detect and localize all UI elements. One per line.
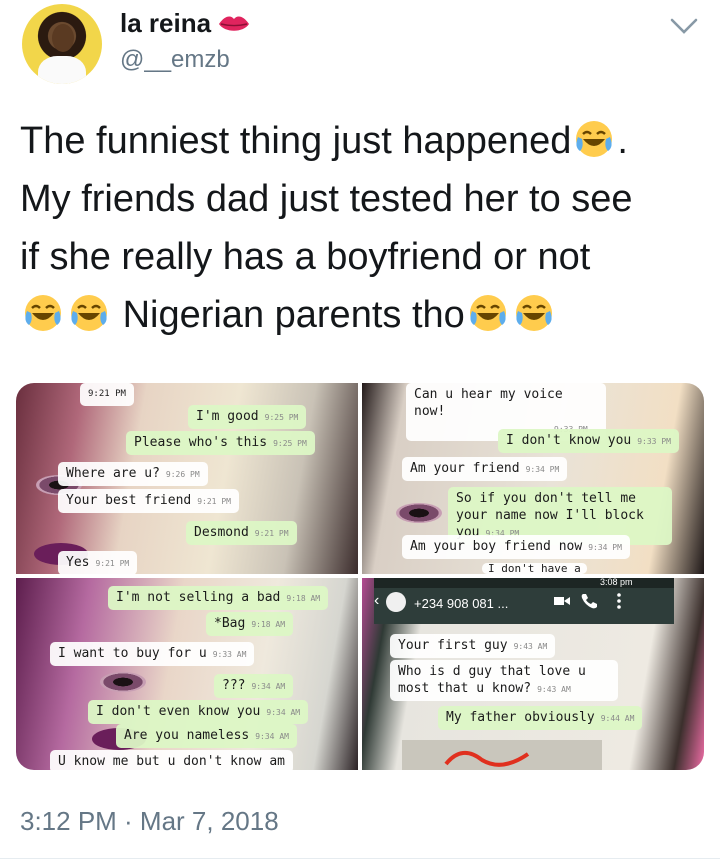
face-with-tears-of-joy-icon xyxy=(25,295,61,331)
eye-shape xyxy=(396,503,442,523)
chat-bubble: Who is d guy that love u most that u kno… xyxy=(390,660,618,701)
face-with-tears-of-joy-icon xyxy=(71,295,107,331)
tweet-line-3: if she really has a boyfriend or not xyxy=(20,236,591,278)
bubble-text: Can u hear my voice now! xyxy=(414,387,563,419)
chat-bubble: Please who's this 9:25 PM xyxy=(126,431,315,455)
chat-bubble: Are you nameless 9:34 AM xyxy=(116,724,297,748)
tweet-header: la reina @__emzb xyxy=(0,0,720,96)
bubble-text: U know me but u don't know am xyxy=(58,754,285,769)
bubble-text: Please who's this xyxy=(134,435,268,450)
bubble-meta: 9:26 PM xyxy=(165,470,200,479)
kiss-lips-icon xyxy=(219,15,250,31)
tweet-line-4-text: Nigerian parents tho xyxy=(122,294,465,336)
chat-bubble: 9:21 PM xyxy=(80,383,134,406)
bubble-meta: 9:18 AM xyxy=(251,620,286,629)
avatar-shirt xyxy=(38,56,86,84)
chat-bubble: ??? 9:34 AM xyxy=(214,674,294,698)
bubble-text: I don't know you xyxy=(506,433,632,448)
bubble-text: I'm not selling a bad xyxy=(116,590,281,605)
bubble-meta: 9:43 AM xyxy=(513,642,548,651)
chat-bubble: I want to buy for u 9:33 AM xyxy=(50,642,255,666)
chat-bubble: Am your boy friend now 9:34 PM xyxy=(402,535,630,559)
bubble-meta: 9:33 AM xyxy=(212,650,247,659)
bubble-meta: 9:21 PM xyxy=(254,529,289,538)
bubble-text: Yes xyxy=(66,555,90,570)
chat-bubble: Your best friend 9:21 PM xyxy=(58,489,239,513)
divider xyxy=(0,858,720,859)
bubble-text: I want to buy for u xyxy=(58,646,207,661)
back-arrow-icon[interactable]: ‹ xyxy=(374,592,379,610)
bubble-meta: 9:44 AM xyxy=(600,714,635,723)
chat-bubble: I don't know you 9:33 PM xyxy=(498,429,679,453)
display-name[interactable]: la reina xyxy=(120,8,211,39)
bubble-text: My father obviously xyxy=(446,710,595,725)
bubble-text: Am your friend xyxy=(410,461,520,476)
contact-name[interactable]: +234 908 081 ... xyxy=(414,596,508,611)
photo-bottom-right[interactable]: 3:08 pm ‹ +234 908 081 ... Your first gu… xyxy=(362,578,704,770)
bubble-text: 9:21 PM xyxy=(88,389,126,399)
bubble-meta: 9:25 PM xyxy=(273,439,307,448)
tweet-text: The funniest thing just happened. My fri… xyxy=(20,112,710,344)
bubble-meta: 9:25 PM xyxy=(264,413,299,422)
avatar-face xyxy=(52,24,74,52)
photo-top-right[interactable]: Can u hear my voice now! 9:33 PM I don't … xyxy=(362,383,704,574)
phone-clock: 3:08 pm xyxy=(600,578,633,587)
user-handle[interactable]: @__emzb xyxy=(120,46,230,74)
bubble-meta: 9:34 AM xyxy=(251,682,286,691)
avatar[interactable] xyxy=(22,4,102,84)
chevron-down-icon[interactable] xyxy=(666,8,702,44)
tweet-line-4: Nigerian parents tho xyxy=(20,286,710,344)
bubble-meta: 9:34 PM xyxy=(588,543,622,552)
chat-bubble: Where are u? 9:26 PM xyxy=(58,462,208,486)
bubble-text: I'm good xyxy=(196,409,259,424)
tweet-line-1-text: The funniest thing just happened xyxy=(20,120,572,162)
red-scribble-icon xyxy=(444,751,530,767)
bubble-text: I don't even know you xyxy=(96,704,261,719)
chat-bubble: U know me but u don't know am xyxy=(50,750,293,770)
chat-bubble: I'm good 9:25 PM xyxy=(188,405,307,429)
tweet-line-2: My friends dad just tested her to see xyxy=(20,178,633,220)
contact-avatar[interactable] xyxy=(386,592,406,612)
face-with-tears-of-joy-icon xyxy=(515,295,552,331)
chat-bubble: I don't even know you 9:34 AM xyxy=(88,700,309,724)
more-vertical-icon[interactable] xyxy=(612,592,626,610)
name-row: la reina xyxy=(120,8,251,39)
tweet-timestamp[interactable]: 3:12 PM · Mar 7, 2018 xyxy=(20,806,279,837)
bubble-meta: 9:34 AM xyxy=(255,732,289,741)
tweet-line-1: The funniest thing just happened. xyxy=(20,112,710,170)
face-with-tears-of-joy-icon xyxy=(469,295,506,331)
bubble-text: Your first guy xyxy=(398,638,508,653)
bubble-meta: 9:34 PM xyxy=(525,465,560,474)
bubble-meta: 9:34 AM xyxy=(266,708,301,717)
chat-bubble: Am your friend 9:34 PM xyxy=(402,457,568,481)
bubble-meta: 9:21 PM xyxy=(95,559,130,568)
bubble-text: *Bag xyxy=(214,616,246,631)
tweet-line-1-end: . xyxy=(617,120,628,162)
face-with-tears-of-joy-icon xyxy=(576,121,613,157)
media-grid: 9:21 PM I'm good 9:25 PM Please who's thi… xyxy=(16,383,704,770)
bubble-meta: 9:18 AM xyxy=(286,594,321,603)
chat-bubble: *Bag 9:18 AM xyxy=(206,612,294,636)
chat-bubble: I'm not selling a bad 9:18 AM xyxy=(108,586,329,610)
chat-bubble: Your first guy 9:43 AM xyxy=(390,634,556,658)
chat-bubble: Desmond 9:21 PM xyxy=(186,521,297,545)
photo-top-left[interactable]: 9:21 PM I'm good 9:25 PM Please who's thi… xyxy=(16,383,358,574)
bubble-text: Am your boy friend now xyxy=(410,539,583,554)
photo-bottom-left[interactable]: I'm not selling a bad 9:18 AM *Bag 9:18 AM… xyxy=(16,578,358,770)
chat-bubble: My father obviously 9:44 AM xyxy=(438,706,643,730)
chat-bubble: Yes 9:21 PM xyxy=(58,551,138,574)
bubble-text: Are you nameless xyxy=(124,728,250,743)
bubble-meta: 9:43 AM xyxy=(537,685,571,694)
bubble-meta: 9:21 PM xyxy=(197,497,231,506)
bubble-text: Desmond xyxy=(194,525,249,540)
video-call-icon[interactable] xyxy=(554,595,570,607)
bubble-text: Your best friend xyxy=(66,493,192,508)
bubble-text: I don't have a xyxy=(488,563,581,574)
phone-call-icon[interactable] xyxy=(580,592,598,610)
chat-bubble: I don't have a xyxy=(482,563,587,574)
bubble-meta: 9:33 PM xyxy=(637,437,671,446)
bubble-text: Where are u? xyxy=(66,466,160,481)
bubble-text: ??? xyxy=(222,678,246,693)
eye-shape xyxy=(100,672,146,692)
